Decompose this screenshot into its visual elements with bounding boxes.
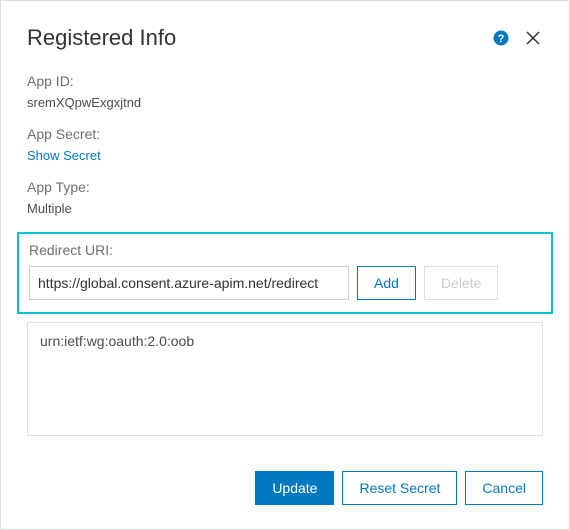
app-secret-field: App Secret: Show Secret — [27, 126, 543, 163]
redirect-uri-list[interactable]: urn:ietf:wg:oauth:2.0:oob — [27, 322, 543, 436]
app-type-value: Multiple — [27, 201, 543, 216]
redirect-uri-input[interactable] — [29, 266, 349, 300]
delete-button: Delete — [424, 266, 498, 300]
app-id-field: App ID: sremXQpwExgxjtnd — [27, 73, 543, 110]
redirect-uri-section: Redirect URI: Add Delete — [17, 232, 553, 314]
app-type-field: App Type: Multiple — [27, 179, 543, 216]
header-icons: ? — [493, 28, 543, 48]
update-button[interactable]: Update — [255, 471, 334, 505]
redirect-uri-label: Redirect URI: — [29, 242, 541, 258]
app-id-label: App ID: — [27, 73, 543, 89]
app-type-label: App Type: — [27, 179, 543, 195]
registered-info-modal: Registered Info ? App ID: sremXQpwExgxjt… — [0, 0, 570, 530]
svg-text:?: ? — [498, 33, 505, 45]
modal-title: Registered Info — [27, 25, 176, 51]
help-icon[interactable]: ? — [493, 30, 509, 46]
app-secret-label: App Secret: — [27, 126, 543, 142]
redirect-uri-input-row: Add Delete — [29, 266, 541, 300]
cancel-button[interactable]: Cancel — [465, 471, 543, 505]
reset-secret-button[interactable]: Reset Secret — [342, 471, 457, 505]
modal-footer: Update Reset Secret Cancel — [255, 471, 543, 505]
modal-header: Registered Info ? — [27, 25, 543, 51]
add-button[interactable]: Add — [357, 266, 416, 300]
list-item[interactable]: urn:ietf:wg:oauth:2.0:oob — [40, 333, 530, 349]
show-secret-link[interactable]: Show Secret — [27, 148, 543, 163]
close-icon[interactable] — [523, 28, 543, 48]
app-id-value: sremXQpwExgxjtnd — [27, 95, 543, 110]
